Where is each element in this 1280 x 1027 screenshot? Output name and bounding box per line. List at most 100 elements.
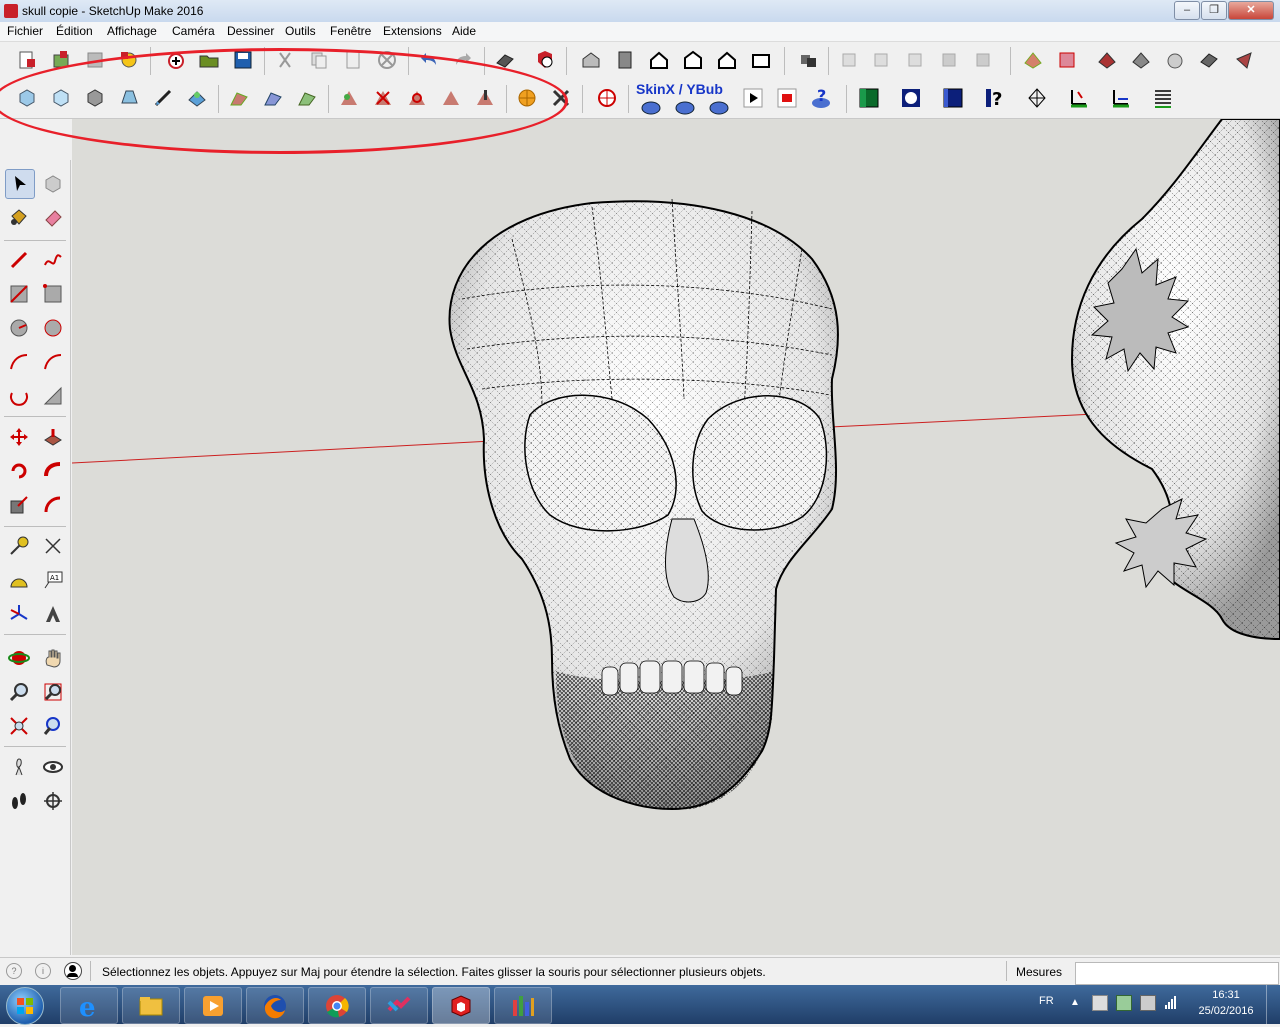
tools-icon[interactable] bbox=[548, 85, 574, 111]
pan-icon[interactable] bbox=[39, 644, 67, 672]
network-icon[interactable] bbox=[1116, 995, 1132, 1011]
position-camera-icon[interactable] bbox=[5, 753, 33, 781]
select-arrow-icon[interactable] bbox=[5, 169, 35, 199]
lines-icon[interactable] bbox=[1150, 85, 1176, 111]
zoom-window-icon[interactable] bbox=[39, 678, 67, 706]
move-icon[interactable] bbox=[5, 423, 33, 451]
view-front-icon[interactable] bbox=[82, 85, 108, 111]
copy-icon[interactable] bbox=[306, 47, 332, 73]
skull-model[interactable] bbox=[448, 198, 839, 811]
view-section-icon[interactable] bbox=[150, 85, 176, 111]
undo-icon[interactable] bbox=[416, 47, 442, 73]
zoom-icon[interactable] bbox=[5, 678, 33, 706]
explorer-icon[interactable] bbox=[122, 987, 180, 1024]
model-info-icon[interactable] bbox=[532, 47, 558, 73]
section-plane-icon[interactable] bbox=[39, 787, 67, 815]
monochrome-icon[interactable] bbox=[1020, 47, 1046, 73]
follow-me-icon[interactable] bbox=[39, 457, 67, 485]
volume-icon[interactable] bbox=[1140, 995, 1156, 1011]
text-icon[interactable]: A1 bbox=[39, 566, 67, 594]
view-render-icon[interactable] bbox=[184, 85, 210, 111]
stamp-icon[interactable] bbox=[1196, 47, 1222, 73]
dims-icon[interactable] bbox=[1108, 85, 1134, 111]
redo-icon[interactable] bbox=[450, 47, 476, 73]
menu-dessiner[interactable]: Dessiner bbox=[227, 24, 274, 38]
green-block-icon[interactable] bbox=[856, 85, 882, 111]
iso-icon[interactable] bbox=[578, 47, 604, 73]
firefox-icon[interactable] bbox=[246, 987, 304, 1024]
top-icon[interactable] bbox=[612, 47, 638, 73]
erase-icon[interactable] bbox=[374, 47, 400, 73]
open-icon[interactable] bbox=[48, 47, 74, 73]
print-icon[interactable] bbox=[116, 47, 142, 73]
stop-icon[interactable] bbox=[774, 85, 800, 111]
look-around-icon[interactable] bbox=[39, 753, 67, 781]
circle-icon[interactable] bbox=[5, 314, 33, 342]
arc-2-icon[interactable] bbox=[39, 348, 67, 376]
maximize-button[interactable]: ❐ bbox=[1201, 1, 1227, 20]
clock-date[interactable]: 25/02/2016 bbox=[1196, 1005, 1256, 1017]
print2-icon[interactable] bbox=[492, 47, 518, 73]
zoom-extents-icon[interactable] bbox=[5, 712, 33, 740]
fredo-4-icon[interactable] bbox=[336, 85, 362, 111]
menu-fichier[interactable]: Fichier bbox=[7, 24, 43, 38]
shaded-texture-icon[interactable] bbox=[972, 47, 998, 73]
walk-icon[interactable] bbox=[5, 787, 33, 815]
menu-aide[interactable]: Aide bbox=[452, 24, 476, 38]
globe-icon[interactable] bbox=[594, 85, 620, 111]
fredo-7-icon[interactable] bbox=[438, 85, 464, 111]
terrain-icon[interactable] bbox=[1162, 47, 1188, 73]
show-desktop-button[interactable] bbox=[1266, 985, 1280, 1024]
pie-icon[interactable] bbox=[39, 382, 67, 410]
save-disk-icon[interactable] bbox=[230, 47, 256, 73]
start-orb-icon[interactable] bbox=[6, 987, 44, 1025]
fredo-6-icon[interactable] bbox=[404, 85, 430, 111]
3d-text-icon[interactable] bbox=[39, 600, 67, 628]
sun-icon[interactable] bbox=[514, 85, 540, 111]
new-icon[interactable] bbox=[14, 47, 40, 73]
help-icon[interactable]: ? bbox=[808, 85, 834, 111]
language-indicator[interactable]: FR bbox=[1039, 995, 1054, 1007]
rectangle-icon[interactable] bbox=[5, 280, 33, 308]
freehand-icon[interactable] bbox=[39, 246, 67, 274]
shaded-icon[interactable] bbox=[938, 47, 964, 73]
fredo-1-icon[interactable] bbox=[226, 85, 252, 111]
back-icon[interactable] bbox=[714, 47, 740, 73]
grid-icon[interactable] bbox=[1094, 47, 1120, 73]
fredo-8-icon[interactable] bbox=[472, 85, 498, 111]
polygon-icon[interactable] bbox=[39, 314, 67, 342]
fredo-5-icon[interactable] bbox=[370, 85, 396, 111]
cut-icon[interactable] bbox=[272, 47, 298, 73]
credits-icon[interactable]: i bbox=[35, 963, 51, 979]
fredo-3-icon[interactable] bbox=[294, 85, 320, 111]
hidden-line-icon[interactable] bbox=[904, 47, 930, 73]
paint-bucket-icon[interactable] bbox=[5, 203, 33, 231]
front-icon[interactable] bbox=[646, 47, 672, 73]
chart-app-icon[interactable] bbox=[494, 987, 552, 1024]
xray-icon[interactable] bbox=[838, 47, 864, 73]
pencil-icon[interactable] bbox=[5, 246, 33, 274]
previous-icon[interactable] bbox=[39, 712, 67, 740]
play-icon[interactable] bbox=[740, 85, 766, 111]
tray-expand-icon[interactable]: ▲ bbox=[1070, 997, 1080, 1008]
sketchup-icon[interactable] bbox=[432, 987, 490, 1024]
menu-fenetre[interactable]: Fenêtre bbox=[330, 24, 371, 38]
fredo-2-icon[interactable] bbox=[260, 85, 286, 111]
user-icon[interactable] bbox=[64, 962, 82, 980]
circle-icon[interactable] bbox=[898, 85, 924, 111]
open-folder-icon[interactable] bbox=[196, 47, 222, 73]
rotated-rect-icon[interactable] bbox=[39, 280, 67, 308]
media-player-icon[interactable] bbox=[184, 987, 242, 1024]
right-icon[interactable] bbox=[680, 47, 706, 73]
menu-edition[interactable]: Édition bbox=[56, 24, 93, 38]
paste-icon[interactable] bbox=[340, 47, 366, 73]
menu-outils[interactable]: Outils bbox=[285, 24, 316, 38]
clock-time[interactable]: 16:31 bbox=[1196, 989, 1256, 1001]
chrome-icon[interactable] bbox=[308, 987, 366, 1024]
question-icon[interactable]: ? bbox=[982, 85, 1008, 111]
scale-icon[interactable] bbox=[5, 491, 33, 519]
menu-camera[interactable]: Caméra bbox=[172, 24, 215, 38]
push-pull-icon[interactable] bbox=[39, 423, 67, 451]
sandbox-icon[interactable] bbox=[1128, 47, 1154, 73]
save-icon[interactable] bbox=[82, 47, 108, 73]
